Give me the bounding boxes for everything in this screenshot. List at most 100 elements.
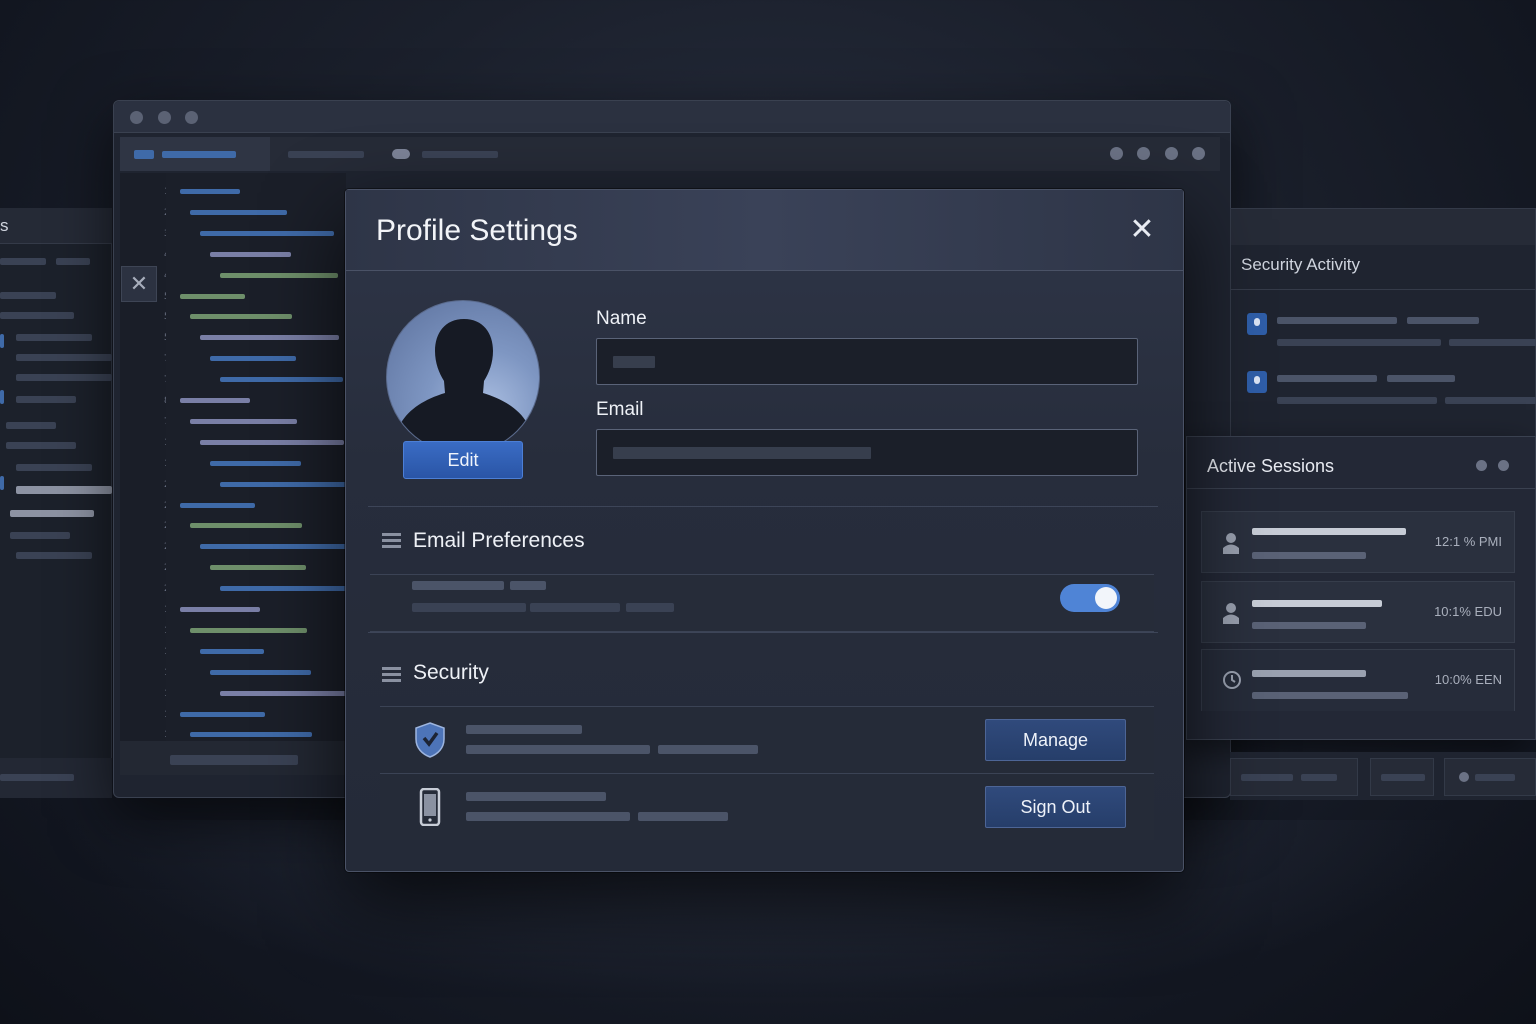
code-line bbox=[220, 690, 358, 696]
code-line bbox=[210, 565, 306, 571]
code-line bbox=[180, 189, 240, 194]
security-activity-window: Security Activity bbox=[1230, 208, 1536, 448]
placeholder-line bbox=[16, 396, 76, 403]
editor-titlebar bbox=[114, 101, 1230, 133]
session-row[interactable]: 10:1% EDU bbox=[1201, 581, 1515, 643]
placeholder-line bbox=[1277, 339, 1441, 346]
window-control-dot[interactable] bbox=[1476, 460, 1487, 471]
code-line bbox=[210, 356, 296, 362]
code-line bbox=[190, 732, 312, 738]
placeholder-line bbox=[0, 390, 4, 404]
placeholder-line bbox=[466, 792, 606, 801]
dialog-header: Profile Settings ✕ bbox=[346, 190, 1183, 271]
security-activity-title: Security Activity bbox=[1241, 255, 1361, 274]
placeholder-line-selected bbox=[16, 486, 112, 494]
code-line bbox=[220, 272, 338, 278]
toolbar-dot-icon[interactable] bbox=[1110, 147, 1123, 160]
right-window-footer bbox=[1230, 752, 1536, 800]
security-title: Security bbox=[413, 661, 489, 684]
toolbar-dot-icon[interactable] bbox=[1137, 147, 1150, 160]
placeholder-line bbox=[0, 476, 4, 490]
placeholder-line bbox=[1407, 317, 1479, 324]
code-line bbox=[180, 607, 260, 612]
editor-code-area bbox=[166, 173, 358, 771]
placeholder-line bbox=[56, 258, 90, 265]
tab-icon bbox=[134, 150, 154, 159]
window-control-dot[interactable] bbox=[130, 111, 143, 124]
footer-tab[interactable] bbox=[1230, 758, 1358, 796]
close-icon[interactable]: ✕ bbox=[121, 266, 157, 302]
left-background-window: s bbox=[0, 208, 112, 798]
placeholder-line bbox=[1301, 774, 1337, 781]
code-line bbox=[200, 648, 264, 654]
tab-icon bbox=[392, 149, 410, 159]
tab-label-placeholder[interactable] bbox=[288, 151, 364, 158]
editor-statusbar bbox=[120, 741, 346, 775]
close-icon[interactable]: ✕ bbox=[1127, 215, 1157, 245]
edit-avatar-button[interactable]: Edit bbox=[403, 441, 523, 479]
placeholder-line bbox=[16, 552, 92, 559]
active-sessions-window: Active Sessions 12:1 % PMI 10:1% EDU 10:… bbox=[1186, 436, 1536, 740]
code-line bbox=[200, 544, 349, 550]
window-control-dot[interactable] bbox=[185, 111, 198, 124]
placeholder-line bbox=[1445, 397, 1536, 404]
footer-tab[interactable] bbox=[1444, 758, 1536, 796]
code-line bbox=[210, 669, 311, 675]
session-time: 10:0% EEN bbox=[1434, 672, 1502, 687]
email-field[interactable] bbox=[596, 429, 1138, 476]
placeholder-line bbox=[1241, 774, 1293, 781]
placeholder-line bbox=[16, 374, 112, 381]
placeholder-line bbox=[510, 581, 546, 590]
placeholder-line bbox=[1252, 552, 1366, 559]
code-line bbox=[190, 523, 302, 529]
security-event-icon bbox=[1247, 313, 1267, 335]
code-line bbox=[200, 439, 344, 445]
toolbar-dot-icon[interactable] bbox=[1165, 147, 1178, 160]
user-silhouette-icon bbox=[401, 319, 527, 453]
placeholder-line bbox=[412, 603, 526, 612]
placeholder-line bbox=[10, 532, 70, 539]
placeholder-line bbox=[626, 603, 674, 612]
drag-handle-icon bbox=[382, 533, 401, 548]
toggle-knob bbox=[1095, 587, 1117, 609]
email-label: Email bbox=[596, 399, 644, 420]
avatar bbox=[386, 300, 540, 454]
phone-icon bbox=[414, 787, 446, 827]
email-preference-toggle[interactable] bbox=[1060, 584, 1120, 612]
session-row[interactable]: 12:1 % PMI bbox=[1201, 511, 1515, 573]
tab-label-placeholder[interactable] bbox=[422, 151, 498, 158]
placeholder-line bbox=[6, 422, 56, 429]
active-sessions-title: Active Sessions bbox=[1207, 456, 1335, 476]
code-line bbox=[220, 377, 343, 383]
footer-tab[interactable] bbox=[1370, 758, 1434, 796]
active-sessions-header: Active Sessions bbox=[1187, 437, 1535, 489]
placeholder-line bbox=[0, 258, 46, 265]
divider bbox=[1231, 289, 1536, 290]
placeholder-line bbox=[10, 510, 94, 517]
divider bbox=[368, 632, 1158, 633]
user-icon bbox=[1222, 532, 1240, 554]
placeholder-line bbox=[1252, 622, 1366, 629]
toolbar-dot-icon[interactable] bbox=[1192, 147, 1205, 160]
session-time: 10:1% EDU bbox=[1434, 604, 1502, 619]
placeholder-line bbox=[638, 812, 728, 821]
window-control-dot[interactable] bbox=[1498, 460, 1509, 471]
placeholder-line bbox=[1475, 774, 1515, 781]
name-label: Name bbox=[596, 308, 647, 329]
session-row[interactable]: 10:0% EEN bbox=[1201, 649, 1515, 711]
placeholder-line bbox=[1252, 528, 1406, 535]
code-line bbox=[220, 481, 348, 487]
code-line bbox=[210, 460, 301, 466]
placeholder-line bbox=[658, 745, 758, 754]
window-control-dot[interactable] bbox=[158, 111, 171, 124]
sign-out-button[interactable]: Sign Out bbox=[985, 786, 1126, 828]
placeholder-line bbox=[466, 745, 650, 754]
code-line bbox=[180, 398, 250, 403]
placeholder-line bbox=[466, 725, 582, 734]
name-field[interactable] bbox=[596, 338, 1138, 385]
editor-active-tab[interactable] bbox=[120, 137, 270, 171]
placeholder-line bbox=[530, 603, 620, 612]
manage-button[interactable]: Manage bbox=[985, 719, 1126, 761]
session-time: 12:1 % PMI bbox=[1434, 534, 1502, 549]
placeholder-line bbox=[1449, 339, 1536, 346]
